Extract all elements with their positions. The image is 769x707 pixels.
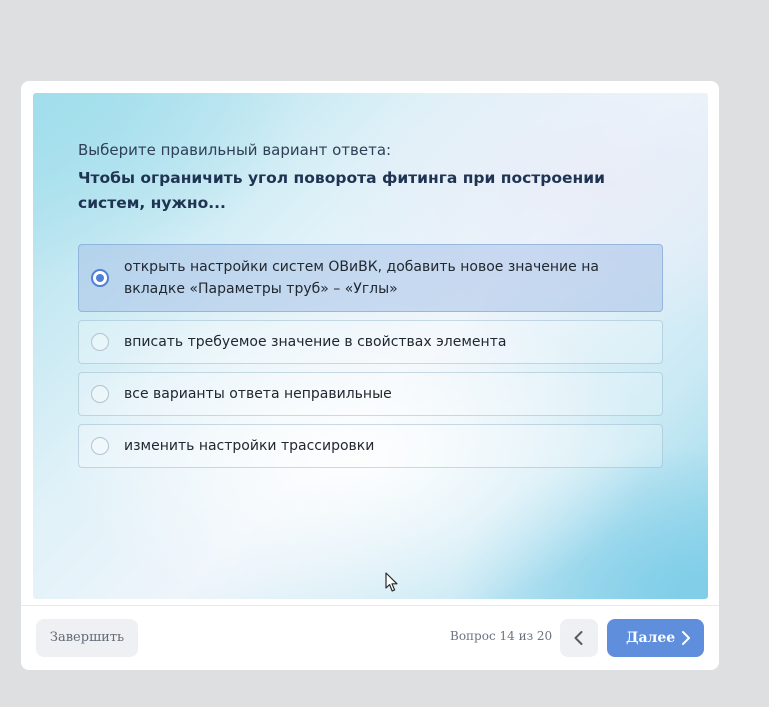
answer-label: вписать требуемое значение в свойствах э…	[124, 334, 507, 350]
answer-list: открыть настройки систем ОВиВК, добавить…	[78, 244, 663, 476]
answer-label: изменить настройки трассировки	[124, 438, 375, 454]
chevron-right-icon	[682, 631, 690, 645]
next-button[interactable]: Далее	[607, 619, 704, 657]
previous-button[interactable]	[560, 619, 598, 657]
answer-label: все варианты ответа неправильные	[124, 386, 392, 402]
question-text: Чтобы ограничить угол поворота фитинга п…	[78, 169, 605, 212]
answer-option-2[interactable]: вписать требуемое значение в свойствах э…	[78, 320, 663, 364]
answer-option-3[interactable]: все варианты ответа неправильные	[78, 372, 663, 416]
answer-option-4[interactable]: изменить настройки трассировки	[78, 424, 663, 468]
answer-label: открыть настройки систем ОВиВК, добавить…	[124, 259, 599, 297]
quiz-card: Выберите правильный вариант ответа: Чтоб…	[21, 81, 719, 670]
radio-selected-icon[interactable]	[91, 269, 109, 287]
radio-icon[interactable]	[91, 385, 109, 403]
answer-option-1[interactable]: открыть настройки систем ОВиВК, добавить…	[78, 244, 663, 312]
radio-icon[interactable]	[91, 333, 109, 351]
question-progress: Вопрос 14 из 20	[450, 629, 553, 643]
question-panel: Выберите правильный вариант ответа: Чтоб…	[33, 93, 708, 599]
chevron-left-icon	[574, 631, 583, 645]
mouse-cursor-icon	[385, 572, 398, 592]
finish-button[interactable]: Завершить	[36, 619, 138, 657]
footer-divider	[21, 605, 719, 606]
radio-icon[interactable]	[91, 437, 109, 455]
question-prompt: Выберите правильный вариант ответа:	[78, 141, 392, 159]
